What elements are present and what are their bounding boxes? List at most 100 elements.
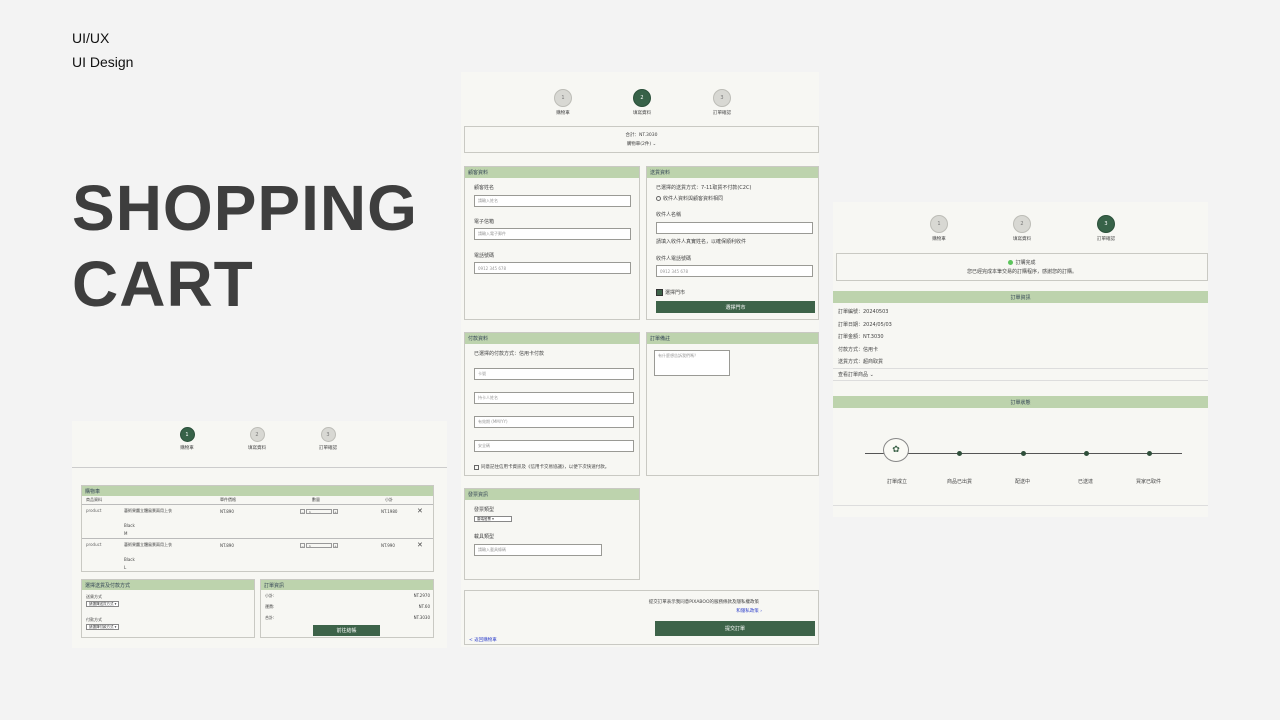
cardholder-input[interactable]: 持卡人姓名 [474, 392, 634, 404]
step-2: 2 填寫資料 [627, 89, 657, 116]
summary-shipping: 運費: NT.60 [265, 604, 430, 610]
status-label: 商品已出貨 [947, 479, 973, 485]
step-label: 訂單確認 [1097, 237, 1115, 242]
quantity-stepper[interactable]: − 1 + [300, 509, 338, 514]
product-color: Black [124, 557, 135, 562]
remark-textarea[interactable]: 有什麼想告訴我們嗎？ [654, 350, 730, 376]
step-circle: 2 [633, 89, 651, 107]
step-circle: 3 [1097, 215, 1115, 233]
quantity-input[interactable]: 1 [306, 543, 332, 548]
name-label: 顧客姓名 [474, 185, 495, 191]
col-header: 數量 [312, 497, 320, 502]
col-header: 單件價格 [220, 497, 236, 502]
recipient-name-label: 收件人名稱 [656, 212, 682, 218]
success-title-row: 訂購完成 [837, 259, 1207, 266]
step-circle: 1 [930, 215, 948, 233]
category-label: UI/UX [72, 30, 110, 46]
minus-button[interactable]: − [300, 543, 305, 548]
shipping-payment-section: 選擇送貨及付款方式 送貨方式 請選擇送貨方式 ▾ 付款方式 請選擇付款方式 ▾ [81, 579, 255, 638]
chevron-right-icon: › [760, 609, 762, 614]
invoice-type-select[interactable]: 雲端發票 ▾ [474, 516, 512, 522]
summary-label: 小計: [265, 593, 275, 598]
cart-toggle[interactable]: 購物車(2件) ⌄ [465, 141, 818, 147]
select-store-button[interactable]: 選擇門市 [656, 301, 815, 313]
step-label: 填寫資料 [248, 446, 266, 451]
check-icon [1008, 260, 1014, 265]
minus-button[interactable]: − [300, 509, 305, 514]
quantity-input[interactable]: 1 [306, 509, 332, 514]
email-input[interactable]: 請輸入電子郵件 [474, 228, 631, 240]
step-3: 3 訂單確認 [313, 427, 343, 451]
card-number-input[interactable]: 卡號 [474, 368, 634, 380]
product-name[interactable]: 藝術果醬立體風景兩用上衣 [124, 508, 172, 514]
policy-link[interactable]: 和隱私政策 › [736, 608, 762, 614]
quantity-stepper[interactable]: − 1 + [300, 543, 338, 548]
remember-card[interactable]: 同意記住信用卡資訊及《信用卡交易協議》，以便下次快速付款。 [474, 464, 609, 470]
status-label: 訂單成立 [887, 479, 908, 485]
customer-section: 顧客資料 顧客姓名 請輸入姓名 電子信箱 請輸入電子郵件 電話號碼 0912 3… [464, 166, 640, 320]
cvc-input[interactable]: 安全碼 [474, 440, 634, 452]
delivery-icon: ✿ [883, 438, 909, 462]
cart-table: 購物車 商品資料 單件價格 數量 小計 product 藝術果醬立體風景兩用上衣… [81, 485, 434, 572]
invoice-type-label: 發票類型 [474, 507, 495, 513]
row-subtotal: NT.1980 [381, 509, 398, 514]
step-label: 購物車 [556, 111, 570, 116]
step-circle: 2 [1013, 215, 1031, 233]
order-status-section: 訂單狀態 ✿ 訂單成立 商品已出貨 配送中 已送達 買家已取件 [833, 396, 1208, 506]
step-circle: 1 [179, 427, 195, 442]
checkbox-label: 同意記住信用卡資訊及《信用卡交易協議》，以便下次快速付款。 [481, 465, 610, 470]
section-header: 訂單狀態 [833, 396, 1208, 408]
payment-select[interactable]: 請選擇付款方式 ▾ [86, 624, 120, 630]
cart-toggle-label: 購物車(2件) [626, 142, 652, 147]
checkout-button[interactable]: 前往結帳 [313, 625, 380, 636]
recipient-note: 請填入收件人真實姓名，以確保順利收件 [656, 239, 747, 245]
product-color: Black [124, 523, 135, 528]
expiry-input[interactable]: 有效期 (MM/YY) [474, 416, 634, 428]
close-icon[interactable]: ✕ [417, 507, 423, 515]
info-item: 訂單日期：2024/05/03 [838, 322, 892, 328]
plus-button[interactable]: + [333, 543, 338, 548]
recipient-name-input[interactable] [656, 222, 813, 234]
summary-value: NT.3030 [413, 615, 430, 620]
plus-button[interactable]: + [333, 509, 338, 514]
carrier-input[interactable]: 請輸入載具條碼 [474, 544, 602, 556]
info-item: 送貨方式：超商取貨 [838, 359, 884, 365]
name-input[interactable]: 請輸入姓名 [474, 195, 631, 207]
radio-button[interactable] [656, 196, 661, 201]
toggle-label: 查看訂單商品 [838, 372, 869, 378]
success-message: 您已經完成本筆交易的訂購程序，感謝您的訂購。 [966, 269, 1077, 275]
col-header: 商品資料 [86, 497, 102, 502]
back-to-cart-link[interactable]: < 返回購物車 [469, 637, 497, 643]
same-as-customer[interactable]: 收件人資料與顧客資料相同 [656, 195, 723, 202]
unit-price: NT.890 [220, 509, 234, 514]
step-1: 1 購物車 [172, 427, 202, 451]
submit-order-button[interactable]: 提交訂單 [655, 621, 815, 636]
summary-value: NT.2970 [413, 593, 430, 598]
step-1: 1 購物車 [924, 215, 954, 242]
order-items-toggle[interactable]: 查看訂單商品 ⌄ [833, 368, 1208, 380]
checkbox[interactable] [474, 464, 479, 470]
phone-label: 電話號碼 [474, 253, 495, 259]
section-header: 訂單資訊 [261, 580, 433, 590]
col-header: 小計 [385, 497, 393, 502]
product-name[interactable]: 藝術果醬立體風景兩用上衣 [124, 542, 172, 548]
agree-text: 提交訂單表示我同意PIXABOO的服務條款及隱私權政策 [648, 600, 759, 605]
step-circle: 3 [320, 427, 336, 442]
unit-price: NT.890 [220, 543, 234, 548]
recipient-phone-input[interactable]: 0912 345 678 [656, 265, 813, 277]
phone-input[interactable]: 0912 345 678 [474, 262, 631, 274]
step-label: 填寫資料 [1013, 237, 1031, 242]
close-icon[interactable]: ✕ [417, 541, 423, 549]
store-label: 選擇門市 [665, 290, 686, 296]
shipping-select[interactable]: 請選擇送貨方式 ▾ [86, 601, 120, 607]
delivery-method: 已選擇的送貨方式：7-11取貨不付款(C2C) [656, 185, 752, 191]
chevron-down-icon: ⌄ [652, 142, 657, 147]
confirmation-screen: 1 購物車 2 填寫資料 3 訂單確認 訂購完成 您已經完成本筆交易的訂購程序，… [833, 202, 1208, 517]
title-line-1: SHOPPING [72, 172, 418, 244]
section-header: 選擇送貨及付款方式 [82, 580, 254, 590]
section-header: 付款資料 [465, 333, 639, 344]
row-subtotal: NT.990 [381, 543, 395, 548]
carrier-label: 載具類型 [474, 534, 495, 540]
chevron-down-icon: ⌄ [869, 372, 874, 378]
section-header: 送貨資料 [647, 167, 818, 178]
